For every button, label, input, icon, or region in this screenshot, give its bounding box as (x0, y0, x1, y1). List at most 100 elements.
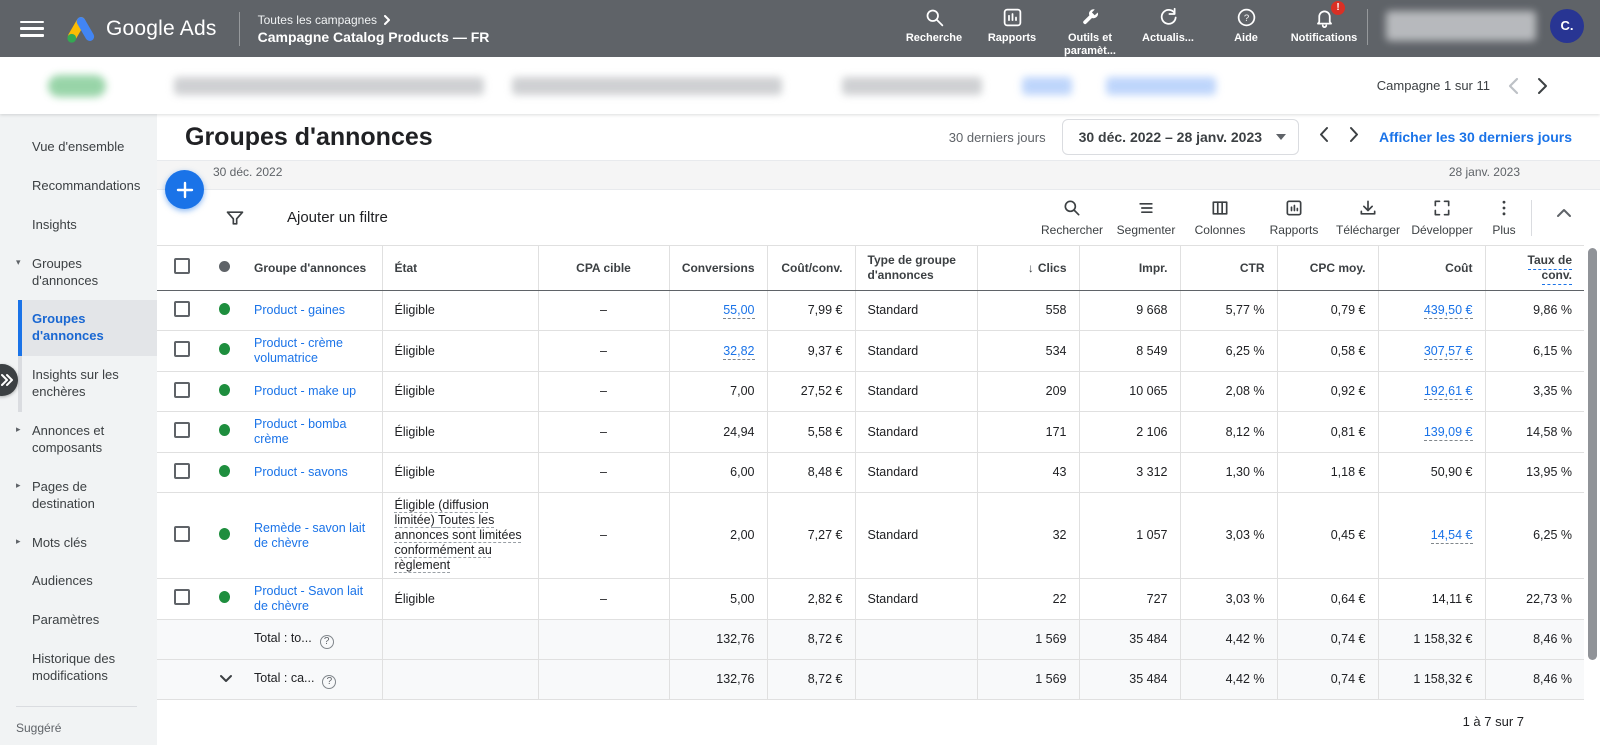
status-filter-dot[interactable] (219, 260, 230, 272)
date-next-button[interactable] (1349, 126, 1359, 148)
cost-link[interactable]: 192,61 € (1423, 384, 1473, 400)
divider (1367, 8, 1368, 45)
status-enabled-dot[interactable] (219, 424, 230, 436)
status-enabled-dot[interactable] (219, 527, 230, 540)
help-icon[interactable] (322, 674, 337, 689)
status-enabled-dot[interactable] (219, 343, 230, 355)
expand-panel-button[interactable] (0, 364, 18, 396)
table-row: Product - savons Éligible – 6,00 8,48 € … (157, 452, 1584, 493)
expand-totals-chevron[interactable] (219, 672, 233, 686)
ad-group-link[interactable]: Product - Savon lait de chèvre (254, 584, 363, 613)
col-header-clicks[interactable]: ↓ Clics (976, 245, 1079, 291)
select-all-checkbox[interactable] (174, 258, 190, 274)
ad-group-link[interactable]: Remède - savon lait de chèvre (254, 521, 365, 550)
col-header-cost[interactable]: Coût (1377, 245, 1485, 291)
topnav-help[interactable]: ? Aide (1207, 7, 1285, 45)
sidebar-item-landing-pages[interactable]: ▸ Pages de destination (0, 468, 157, 524)
col-header-conversions[interactable]: Conversions (668, 245, 767, 291)
col-header-ctr[interactable]: CTR (1179, 245, 1277, 291)
columns-button[interactable]: Colonnes (1183, 198, 1257, 237)
cost-link[interactable]: 139,09 € (1423, 424, 1473, 441)
segment-button[interactable]: Segmenter (1109, 198, 1183, 237)
search-table-button[interactable]: Rechercher (1035, 198, 1109, 237)
add-button[interactable] (165, 170, 204, 209)
ad-group-link[interactable]: Product - savons (254, 465, 348, 479)
sidebar-item-settings[interactable]: Paramètres (0, 601, 157, 640)
next-campaign-button[interactable] (1537, 77, 1548, 95)
sidebar-section-suggested: Suggéré (16, 721, 62, 736)
cost-link[interactable]: 14,54 € (1430, 528, 1473, 544)
col-header-type[interactable]: Type de groupe d'annonces (854, 245, 977, 291)
topnav-search[interactable]: Recherche (895, 7, 973, 45)
status-enabled-dot[interactable] (219, 383, 230, 396)
topnav-notifications[interactable]: ! Notifications (1285, 0, 1363, 45)
sidebar-item-insights[interactable]: Insights (0, 206, 157, 245)
help-icon[interactable] (319, 634, 334, 649)
col-header-conv-rate[interactable]: Taux de conv. (1484, 245, 1584, 291)
col-header-impressions[interactable]: Impr. (1078, 245, 1180, 291)
add-filter-button[interactable]: Ajouter un filtre (225, 208, 388, 228)
download-button[interactable]: Télécharger (1331, 198, 1405, 237)
divider (1531, 200, 1532, 236)
dropdown-arrow-icon (1276, 134, 1287, 140)
row-checkbox[interactable] (174, 462, 190, 479)
row-checkbox[interactable] (174, 381, 190, 398)
avatar[interactable]: C. (1550, 8, 1584, 43)
topnav-reports[interactable]: Rapports (973, 7, 1051, 45)
ad-group-link[interactable]: Product - crème volumatrice (254, 336, 343, 365)
row-checkbox[interactable] (174, 525, 190, 542)
sidebar-item-auction-insights[interactable]: Insights sur les enchères (18, 356, 157, 412)
cost-link[interactable]: 439,50 € (1423, 303, 1473, 319)
date-range-selector[interactable]: 30 déc. 2022 – 28 janv. 2023 (1061, 119, 1300, 155)
ad-group-link[interactable]: Product - gaines (254, 303, 345, 317)
conversions-link[interactable]: 32,82 (723, 343, 755, 360)
sidebar-item-keywords[interactable]: ▸ Mots clés (0, 524, 157, 563)
sidebar-item-recommendations[interactable]: Recommandations (0, 167, 157, 206)
topnav-tools[interactable]: Outils et paramèt... (1051, 7, 1129, 58)
status-enabled-dot[interactable] (219, 464, 230, 477)
row-checkbox[interactable] (174, 341, 190, 357)
google-ads-logo[interactable]: Google Ads (66, 14, 217, 44)
caret-right-icon: ▸ (16, 424, 21, 435)
sidebar-item-ad-groups-parent[interactable]: ▾ Groupes d'annonces (0, 245, 157, 301)
conversions-link[interactable]: 55,00 (723, 303, 755, 319)
notification-badge: ! (1330, 0, 1346, 16)
sidebar-item-overview[interactable]: Vue d'ensemble (0, 128, 157, 167)
prev-campaign-button[interactable] (1508, 77, 1519, 95)
col-header-target-cpa[interactable]: CPA cible (537, 245, 669, 291)
date-prev-button[interactable] (1319, 126, 1329, 148)
reports-button[interactable]: Rapports (1257, 198, 1331, 237)
more-button[interactable]: Plus (1479, 198, 1529, 237)
menu-icon[interactable] (20, 20, 44, 37)
sidebar-item-ads-assets[interactable]: ▸ Annonces et composants (0, 412, 157, 468)
row-checkbox[interactable] (174, 422, 190, 438)
columns-icon (1212, 201, 1228, 215)
status-enabled-dot[interactable] (219, 302, 230, 315)
sidebar-item-change-history[interactable]: Historique des modifications (0, 640, 157, 696)
ad-group-link[interactable]: Product - make up (254, 384, 356, 398)
cost-link[interactable]: 307,57 € (1423, 343, 1473, 360)
breadcrumb-parent[interactable]: Toutes les campagnes (258, 13, 377, 27)
status-policy-note[interactable]: Éligible (diffusion limitée) Toutes les … (395, 498, 522, 572)
expand-button[interactable]: Développer (1405, 198, 1479, 237)
segment-icon (1139, 203, 1153, 213)
status-enabled-dot[interactable] (219, 591, 230, 603)
row-checkbox[interactable] (174, 300, 190, 317)
sidebar-item-ad-groups[interactable]: Groupes d'annonces (18, 300, 157, 357)
collapse-table-button[interactable] (1542, 198, 1586, 218)
ad-group-link[interactable]: Product - bomba crème (254, 417, 346, 446)
vertical-scrollbar[interactable] (1588, 248, 1597, 660)
campaign-bar: Campagne 1 sur 11 (0, 57, 1600, 114)
col-header-cost-per-conv[interactable]: Coût/conv. (766, 245, 855, 291)
col-header-status[interactable]: État (381, 245, 538, 291)
sidebar-item-audiences[interactable]: Audiences (0, 562, 157, 601)
col-header-avg-cpc[interactable]: CPC moy. (1276, 245, 1378, 291)
show-last-30-link[interactable]: Afficher les 30 derniers jours (1379, 129, 1572, 145)
topnav-refresh[interactable]: Actualis... (1129, 7, 1207, 45)
col-header-name[interactable]: Groupe d'annonces (242, 245, 382, 291)
chart-start-date: 30 déc. 2022 (213, 165, 283, 179)
date-range-type: 30 derniers jours (948, 129, 1046, 145)
chart-end-date: 28 janv. 2023 (1448, 165, 1520, 179)
sidebar-item-zones[interactable]: ▸Zones (0, 741, 157, 745)
row-checkbox[interactable] (174, 589, 190, 605)
